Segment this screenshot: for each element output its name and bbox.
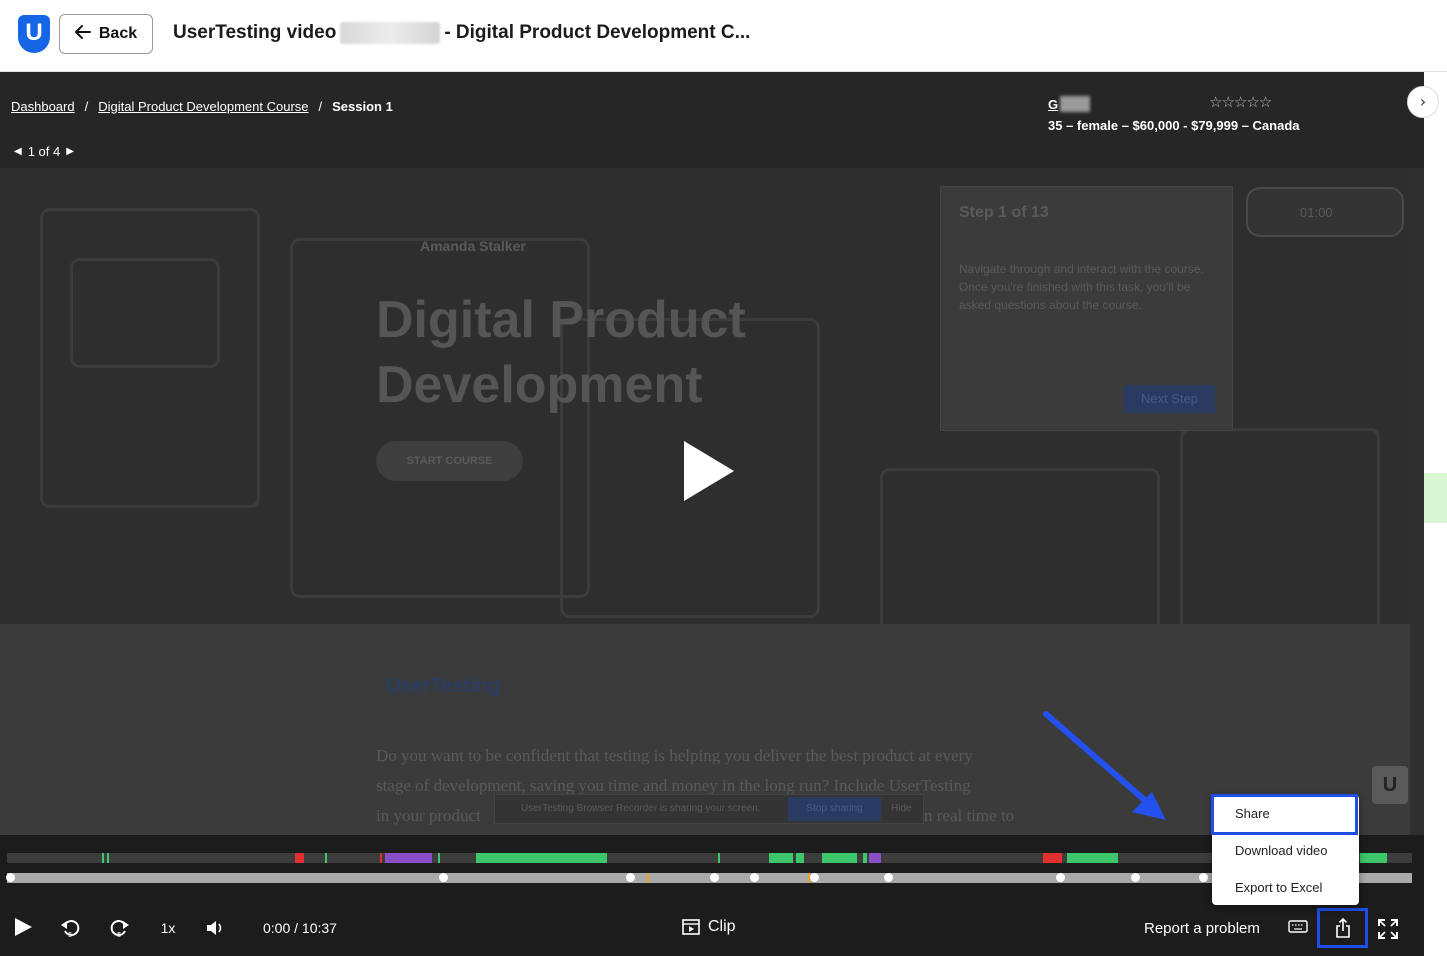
author-name: Amanda Stalker — [420, 238, 526, 254]
marker-dot[interactable] — [810, 873, 819, 882]
marker-dot[interactable] — [626, 873, 635, 882]
breadcrumb-session: Session 1 — [332, 99, 393, 114]
breadcrumb: Dashboard / Digital Product Development Co… — [11, 99, 393, 114]
keyboard-shortcuts-button[interactable] — [1286, 918, 1310, 934]
keyboard-icon — [1288, 919, 1308, 933]
marker-dot[interactable] — [1056, 873, 1065, 882]
task-text: Navigate through and interact with the c… — [959, 262, 1204, 312]
menu-item-export-excel[interactable]: Export to Excel — [1235, 880, 1322, 895]
marker-dot[interactable] — [750, 873, 759, 882]
back-label: Back — [98, 25, 138, 42]
brand-logo: UserTesting — [386, 675, 501, 697]
pager-label: 1 of 4 — [27, 144, 61, 159]
body-text-line3b: n real time to — [924, 806, 1015, 825]
marker-tick — [647, 873, 649, 883]
share-highlight-box — [1211, 794, 1358, 835]
arrow-left-icon — [74, 24, 91, 44]
marker-dot[interactable] — [884, 873, 893, 882]
menu-item-download-video[interactable]: Download video — [1235, 843, 1328, 858]
task-step: Step 1 of 13 — [959, 204, 1049, 221]
session-pager: ◀ 1 of 4 ▶ — [14, 144, 74, 159]
breadcrumb-course[interactable]: Digital Product Development Course — [98, 99, 308, 114]
next-session-icon[interactable]: ▶ — [66, 146, 74, 157]
fullscreen-icon — [1378, 919, 1398, 939]
share-button[interactable] — [1317, 908, 1368, 948]
usertesting-logo[interactable]: U — [18, 15, 50, 53]
forward-5-button[interactable]: 5 — [106, 915, 132, 941]
svg-text:5: 5 — [68, 931, 72, 939]
volume-icon — [207, 921, 222, 935]
tag-track[interactable] — [7, 853, 1412, 863]
annotation-arrow-icon — [1043, 711, 1166, 820]
volume-button[interactable] — [204, 918, 228, 938]
clip-button[interactable]: Clip — [682, 918, 736, 936]
start-course-button: START COURSE — [376, 441, 523, 481]
time-display: 0:00 / 10:37 — [263, 920, 337, 936]
redacted-name — [340, 22, 441, 44]
tester-demographics: 35 – female – $60,000 - $79,999 – Canada — [1048, 118, 1300, 133]
body-text-line3: in your product — [376, 806, 481, 825]
play-button[interactable] — [10, 915, 36, 939]
top-bar: U Back UserTesting video - Digital Produ… — [0, 0, 1447, 72]
playhead[interactable] — [6, 873, 15, 882]
play-icon — [15, 918, 32, 936]
recorded-scrollbar — [1410, 168, 1424, 835]
hero-title-line2: Development — [376, 356, 703, 414]
page-title: UserTesting video - Digital Product Deve… — [173, 22, 751, 44]
forward-icon: 5 — [110, 920, 129, 939]
fullscreen-button[interactable] — [1376, 917, 1400, 941]
play-overlay-icon[interactable] — [684, 441, 734, 501]
sharing-banner: UserTesting Browser Recorder is sharing … — [494, 794, 924, 824]
svg-text:5: 5 — [117, 931, 121, 939]
prev-session-icon[interactable]: ◀ — [14, 146, 22, 157]
share-icon — [1335, 918, 1350, 938]
next-step-button: Next Step — [1124, 385, 1215, 413]
chevron-right-icon[interactable]: › — [1407, 86, 1439, 118]
marker-dot[interactable] — [1199, 873, 1208, 882]
body-text-line2: stage of development, saving you time an… — [376, 776, 971, 795]
rewind-5-button[interactable]: 5 — [58, 915, 84, 941]
recorder-time: 01:00 — [1300, 205, 1333, 220]
breadcrumb-dashboard[interactable]: Dashboard — [11, 99, 75, 114]
marker-dot[interactable] — [710, 873, 719, 882]
usertesting-badge-icon: U — [1372, 766, 1408, 804]
redacted-tester-name — [1060, 96, 1091, 112]
speed-button[interactable]: 1x — [155, 918, 181, 938]
report-problem-link[interactable]: Report a problem — [1144, 920, 1260, 937]
marker-dot[interactable] — [439, 873, 448, 882]
back-button[interactable]: Back — [59, 14, 153, 54]
hero-title-line1: Digital Product — [376, 291, 746, 349]
rating-stars[interactable]: ☆☆☆☆☆ — [1209, 93, 1272, 111]
marker-dot[interactable] — [1131, 873, 1140, 882]
clip-icon — [682, 919, 700, 935]
rewind-icon: 5 — [61, 920, 80, 939]
right-panel-highlight — [1424, 473, 1447, 523]
body-text-line1: Do you want to be confident that testing… — [376, 746, 973, 765]
